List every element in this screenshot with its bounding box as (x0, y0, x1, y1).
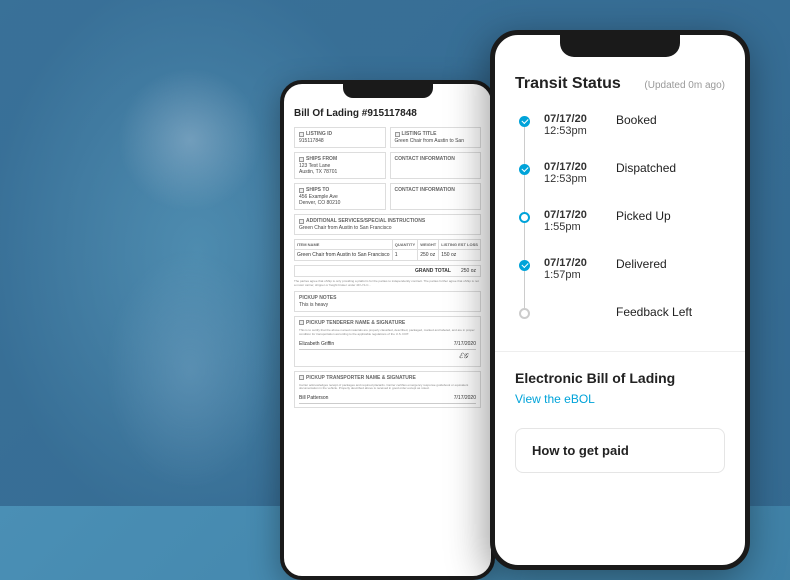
checkbox-icon (299, 157, 304, 162)
checkbox-icon (299, 375, 304, 380)
timeline-step-dispatched[interactable]: 07/17/20 12:53pm Dispatched (519, 161, 725, 209)
bol-document: Bill Of Lading #915117848 LISTING ID 915… (284, 84, 491, 422)
step-datetime: 07/17/20 12:53pm (544, 113, 602, 137)
step-date: 07/17/20 (544, 161, 602, 173)
table-row: Green Chair from Austin to San Francisco… (295, 250, 481, 261)
legal-text: The parties agree that uShip is only pro… (294, 280, 481, 288)
ships-from-value: 123 Test Lane Austin, TX 78701 (299, 163, 381, 175)
ships-to-value: 456 Example Ave Denver, CO 80210 (299, 194, 381, 206)
th-loss: LISTING EST LOSS (439, 240, 481, 250)
transporter-label: PICKUP TRANSPORTER NAME & SIGNATURE (306, 375, 416, 381)
view-ebol-link[interactable]: View the eBOL (515, 392, 725, 406)
step-time: 1:57pm (544, 269, 602, 281)
addl-services-value: Green Chair from Austin to San Francisco (299, 225, 476, 231)
timeline-step-booked[interactable]: 07/17/20 12:53pm Booked (519, 113, 725, 161)
listing-title-value: Green Chair from Austin to San (395, 138, 477, 144)
status-timeline: 07/17/20 12:53pm Booked 07/17/20 12:53pm… (515, 113, 725, 343)
updated-timestamp: (Updated 0m ago) (644, 80, 725, 91)
phone-bill-of-lading: Bill Of Lading #915117848 LISTING ID 915… (280, 80, 495, 580)
check-icon (519, 260, 530, 271)
listing-title-label: LISTING TITLE (402, 131, 437, 137)
step-label: Picked Up (616, 209, 725, 223)
timeline-step-feedback[interactable]: Feedback Left (519, 305, 725, 343)
checkbox-icon (395, 132, 400, 137)
td-weight: 250 oz (418, 250, 439, 261)
th-item: ITEM NAME (295, 240, 393, 250)
circle-icon (519, 212, 530, 223)
listing-id-label: LISTING ID (306, 131, 332, 137)
bol-items-table: ITEM NAME QUANTITY WEIGHT LISTING EST LO… (294, 239, 481, 261)
ships-from-label: SHIPS FROM (306, 156, 337, 162)
checkbox-icon (299, 132, 304, 137)
tenderer-text: This is to certify that the above named … (299, 329, 476, 337)
phone-transit-status: Transit Status (Updated 0m ago) 07/17/20… (490, 30, 750, 570)
step-date: 07/17/20 (544, 113, 602, 125)
step-label: Dispatched (616, 161, 725, 175)
tenderer-name: Elizabeth Griffin (299, 341, 334, 347)
transit-status-title: Transit Status (515, 75, 621, 93)
th-weight: WEIGHT (418, 240, 439, 250)
step-datetime: 07/17/20 1:55pm (544, 209, 602, 233)
step-date: 07/17/20 (544, 209, 602, 221)
td-qty: 1 (392, 250, 417, 261)
circle-empty-icon (519, 308, 530, 319)
check-icon (519, 116, 530, 127)
addl-services-label: ADDITIONAL SERVICES/SPECIAL INSTRUCTIONS (306, 218, 425, 224)
step-label: Delivered (616, 257, 725, 271)
step-date: 07/17/20 (544, 257, 602, 269)
contact-label-2: CONTACT INFORMATION (395, 187, 455, 193)
checkbox-icon (299, 320, 304, 325)
timeline-step-delivered[interactable]: 07/17/20 1:57pm Delivered (519, 257, 725, 305)
th-qty: QUANTITY (392, 240, 417, 250)
step-time: 1:55pm (544, 221, 602, 233)
transporter-name: Bill Patterson (299, 395, 328, 401)
checkbox-icon (299, 219, 304, 224)
ebol-section-title: Electronic Bill of Lading (515, 370, 725, 386)
how-to-get-paid-card[interactable]: How to get paid (515, 428, 725, 473)
transporter-date: 7/17/2020 (454, 395, 476, 401)
pickup-notes-label: PICKUP NOTES (299, 295, 336, 301)
step-time: 12:53pm (544, 173, 602, 185)
phone-notch (560, 35, 680, 57)
contact-label: CONTACT INFORMATION (395, 156, 455, 162)
step-datetime: 07/17/20 12:53pm (544, 161, 602, 185)
step-label: Feedback Left (616, 305, 725, 319)
ships-to-label: SHIPS TO (306, 187, 329, 193)
paid-card-title: How to get paid (532, 443, 708, 458)
grand-total-value: 250 oz (461, 268, 476, 274)
td-item: Green Chair from Austin to San Francisco (295, 250, 393, 261)
check-icon (519, 164, 530, 175)
step-time: 12:53pm (544, 125, 602, 137)
td-loss: 150 oz (439, 250, 481, 261)
tenderer-date: 7/17/2020 (454, 341, 476, 347)
transporter-text: Carrier acknowledges receipt of packages… (299, 384, 476, 392)
bol-title: Bill Of Lading #915117848 (294, 108, 481, 119)
divider (495, 351, 745, 352)
signature-icon: ℰ𝒢 (307, 352, 468, 361)
grand-total-label: GRAND TOTAL (415, 268, 451, 274)
timeline-step-picked-up[interactable]: 07/17/20 1:55pm Picked Up (519, 209, 725, 257)
step-datetime: 07/17/20 1:57pm (544, 257, 602, 281)
checkbox-icon (299, 188, 304, 193)
tenderer-label: PICKUP TENDERER NAME & SIGNATURE (306, 320, 405, 326)
phone-notch (343, 84, 433, 98)
listing-id-value: 915117848 (299, 138, 381, 144)
pickup-notes-value: This is heavy (299, 302, 476, 308)
step-label: Booked (616, 113, 725, 127)
